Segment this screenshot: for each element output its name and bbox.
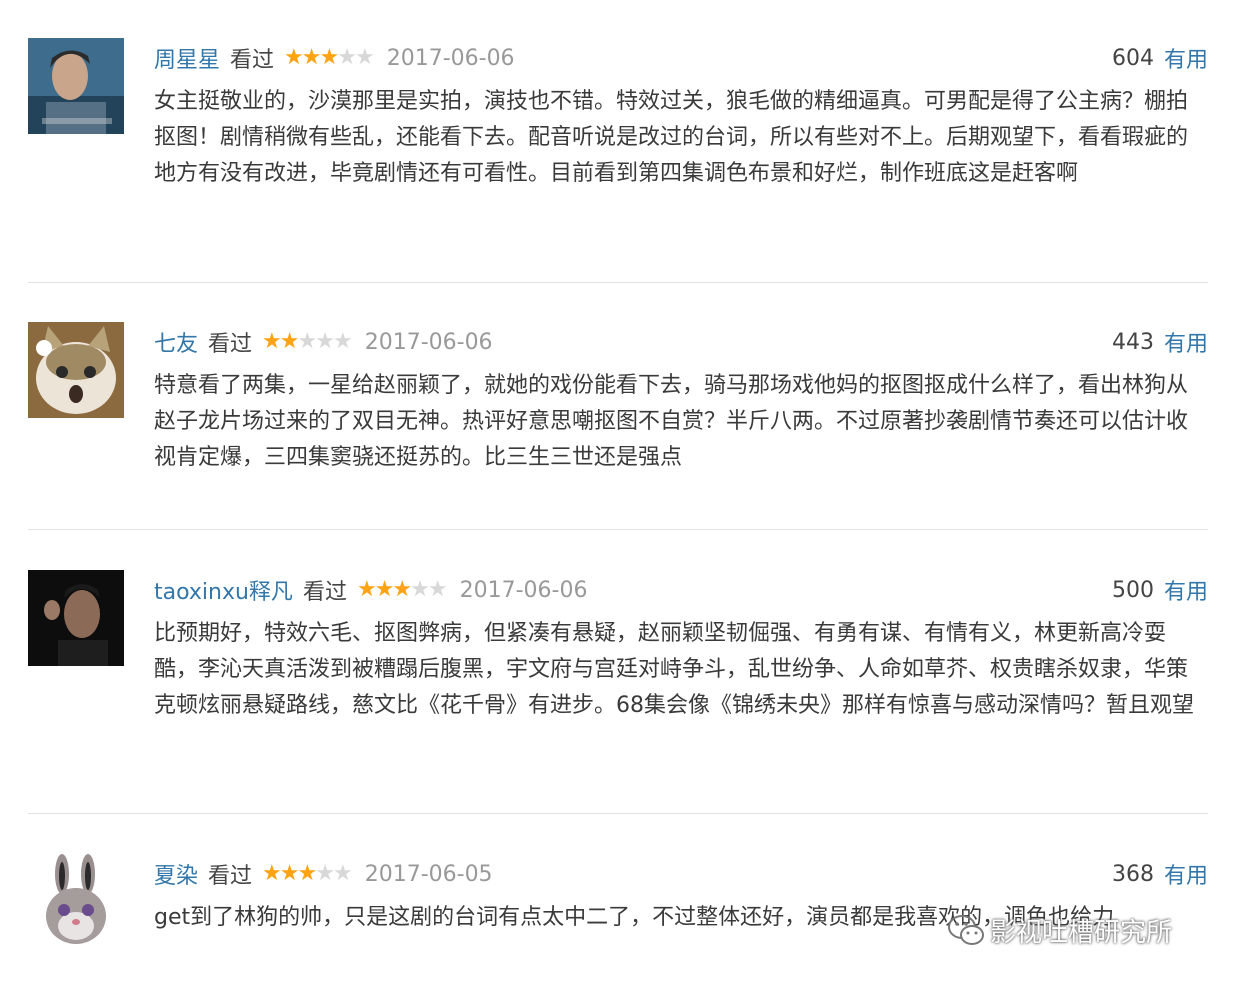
vote-area: 443 有用 (1112, 326, 1208, 358)
star-rating: ★ ★ ★ ★ ★ (284, 45, 375, 70)
watch-status: 看过 (208, 332, 253, 357)
useful-button[interactable]: 有用 (1164, 858, 1208, 890)
star-empty-icon: ★ (315, 861, 335, 886)
star-empty-icon: ★ (315, 329, 335, 354)
vote-count: 443 (1111, 329, 1154, 355)
review-date: 2017-06-06 (364, 329, 493, 355)
review-header: taoxinxu释凡 看过 ★ ★ ★ ★ ★ 2017-06-06 500 有… (154, 572, 1208, 608)
watch-status: 看过 (208, 864, 253, 889)
username-link[interactable]: 周星星 (154, 42, 220, 74)
vote-area: 368 有用 (1112, 858, 1208, 890)
username-link[interactable]: 夏染 (154, 858, 198, 890)
wechat-icon (948, 915, 984, 945)
vote-count: 604 (1111, 45, 1154, 71)
divider (28, 529, 1208, 530)
star-filled-icon: ★ (301, 45, 322, 70)
star-empty-icon: ★ (410, 577, 430, 602)
review-text: 比预期好，特效六毛、抠图弊病，但紧凑有悬疑，赵丽颖坚韧倔强、有勇有谋、有情有义，… (154, 621, 1194, 718)
watch-status: 看过 (230, 48, 275, 73)
useful-button[interactable]: 有用 (1164, 42, 1208, 74)
vote-area: 604 有用 (1112, 42, 1208, 74)
vote-count: 368 (1111, 861, 1154, 887)
star-empty-icon: ★ (427, 577, 448, 602)
star-empty-icon: ★ (337, 45, 357, 70)
star-filled-icon: ★ (262, 329, 282, 354)
star-filled-icon: ★ (319, 45, 340, 70)
review-text: 特意看了两集，一星给赵丽颖了，就她的戏份能看下去，骑马那场戏他妈的抠图抠成什么样… (154, 373, 1189, 470)
star-empty-icon: ★ (354, 45, 375, 70)
review-date: 2017-06-05 (364, 861, 493, 887)
star-filled-icon: ★ (279, 329, 300, 354)
review-header: 夏染 看过 ★ ★ ★ ★ ★ 2017-06-05 368 有用 (154, 856, 1208, 892)
user-avatar[interactable] (28, 854, 124, 950)
star-filled-icon: ★ (297, 861, 318, 886)
star-empty-icon: ★ (332, 861, 353, 886)
star-filled-icon: ★ (284, 45, 304, 70)
star-rating: ★ ★ ★ ★ ★ (262, 861, 353, 886)
useful-button[interactable]: 有用 (1164, 574, 1208, 606)
review-text: 女主挺敬业的，沙漠那里是实拍，演技也不错。特效过关，狼毛做的精细逼真。可男配是得… (154, 89, 1189, 186)
useful-button[interactable]: 有用 (1164, 326, 1208, 358)
username-link[interactable]: taoxinxu释凡 (154, 574, 293, 606)
watermark: 影视吐槽研究所 (946, 910, 1172, 950)
star-empty-icon: ★ (332, 329, 353, 354)
star-filled-icon: ★ (356, 577, 377, 602)
user-avatar[interactable] (28, 322, 124, 418)
user-avatar[interactable] (28, 38, 124, 134)
review-header: 周星星 看过 ★ ★ ★ ★ ★ 2017-06-06 604 有用 (154, 40, 1208, 76)
username-link[interactable]: 七友 (154, 326, 198, 358)
divider (28, 813, 1208, 814)
vote-area: 500 有用 (1112, 574, 1208, 606)
star-filled-icon: ★ (262, 861, 282, 886)
watch-status: 看过 (302, 580, 347, 605)
review-header: 七友 看过 ★ ★ ★ ★ ★ 2017-06-06 443 有用 (154, 324, 1208, 360)
star-filled-icon: ★ (279, 861, 300, 886)
star-filled-icon: ★ (374, 577, 395, 602)
star-rating: ★ ★ ★ ★ ★ (356, 577, 448, 602)
watermark-text: 影视吐槽研究所 (990, 917, 1173, 948)
divider (28, 282, 1208, 283)
review-date: 2017-06-06 (386, 45, 515, 71)
star-empty-icon: ★ (297, 329, 318, 354)
user-avatar[interactable] (28, 570, 124, 666)
review-date: 2017-06-06 (459, 577, 588, 603)
star-rating: ★ ★ ★ ★ ★ (262, 329, 353, 354)
vote-count: 500 (1111, 577, 1154, 603)
star-filled-icon: ★ (392, 577, 412, 602)
